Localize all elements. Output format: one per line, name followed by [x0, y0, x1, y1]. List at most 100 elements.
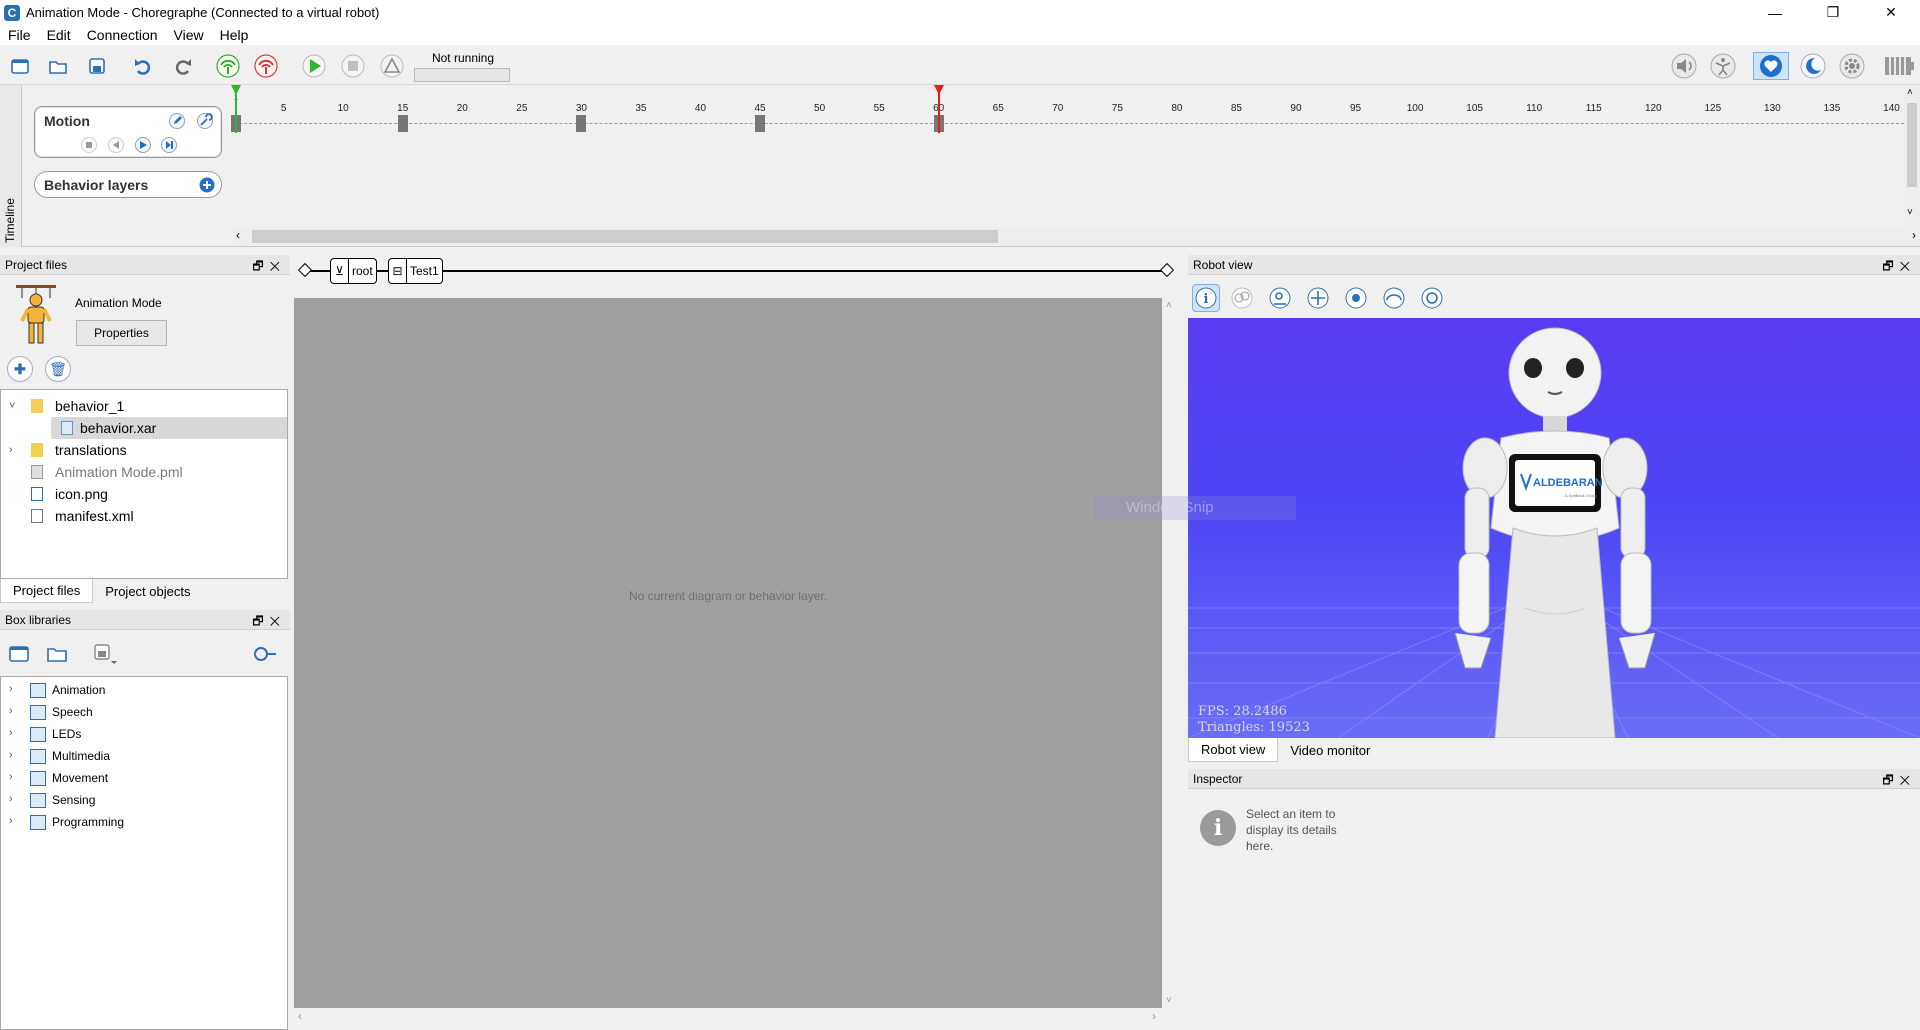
tree-item-icon-png[interactable]: icon.png	[1, 483, 287, 505]
breadcrumb-root[interactable]: ⊻ root	[330, 258, 377, 284]
scroll-right-icon[interactable]: ›	[1912, 228, 1916, 242]
chevron-right-icon[interactable]: ›	[9, 771, 13, 783]
tab-project-files[interactable]: Project files	[0, 579, 94, 603]
panel-controls[interactable]: 🗗✕	[252, 612, 286, 633]
open-button[interactable]	[45, 53, 71, 79]
scroll-down-icon[interactable]: ˅	[1907, 207, 1913, 218]
undo-button[interactable]	[131, 53, 157, 79]
robot-move-button[interactable]	[1304, 284, 1332, 312]
tab-robot-view[interactable]: Robot view	[1188, 738, 1279, 762]
edit-pencil-icon[interactable]	[169, 113, 185, 129]
keyframe-marker[interactable]	[576, 115, 587, 132]
new-file-button[interactable]	[7, 53, 33, 79]
scroll-up-icon[interactable]: ˄	[1907, 87, 1913, 98]
disconnect-button[interactable]	[253, 53, 279, 79]
robot-3d-view[interactable]: ALDEBARAN A SoftBank Group FPS: 28.2486 …	[1188, 318, 1920, 738]
timeline-side-tab[interactable]: Timeline	[0, 85, 22, 247]
library-item-multimedia[interactable]: › Multimedia	[1, 745, 287, 767]
robot-focus-button[interactable]	[1418, 284, 1446, 312]
redo-button[interactable]	[169, 53, 195, 79]
chevron-down-icon[interactable]: ˅	[9, 400, 15, 412]
settings-button[interactable]	[1839, 53, 1865, 79]
chevron-right-icon[interactable]: ›	[9, 749, 13, 761]
autonomous-life-button[interactable]	[1753, 52, 1789, 80]
timeline-start-marker[interactable]	[231, 85, 241, 133]
robot-camera-button[interactable]	[1266, 284, 1294, 312]
tree-item-behavior-folder[interactable]: ˅ behavior_1	[1, 395, 287, 417]
robot-rotate-button[interactable]	[1342, 284, 1370, 312]
delete-file-button[interactable]: 🗑	[45, 356, 71, 382]
motion-settings-icon[interactable]	[197, 113, 213, 129]
tree-item-translations[interactable]: › translations	[1, 439, 287, 461]
add-layer-icon[interactable]	[199, 177, 215, 193]
library-item-animation[interactable]: › Animation	[1, 679, 287, 701]
library-item-programming[interactable]: › Programming	[1, 811, 287, 833]
animation-mode-button[interactable]	[1710, 53, 1736, 79]
library-menu-button[interactable]	[92, 641, 118, 667]
minimize-button[interactable]: —	[1746, 0, 1804, 25]
connect-button[interactable]	[215, 53, 241, 79]
library-item-leds[interactable]: › LEDs	[1, 723, 287, 745]
library-item-movement[interactable]: › Movement	[1, 767, 287, 789]
timeline-horizontal-scrollbar[interactable]: ‹ ›	[234, 227, 1920, 245]
properties-button[interactable]: Properties	[76, 320, 167, 346]
chevron-right-icon[interactable]: ›	[9, 683, 13, 695]
library-item-speech[interactable]: › Speech	[1, 701, 287, 723]
flow-diagram-area[interactable]: No current diagram or behavior layer.	[294, 298, 1162, 1008]
open-library-button[interactable]	[44, 641, 70, 667]
keyframe-marker[interactable]	[755, 115, 766, 132]
tab-video-monitor[interactable]: Video monitor	[1278, 738, 1382, 762]
play-button[interactable]	[301, 53, 327, 79]
add-file-button[interactable]: ✚	[7, 356, 33, 382]
robot-info-button[interactable]: i	[1192, 284, 1220, 312]
tree-item-pml[interactable]: Animation Mode.pml	[1, 461, 287, 483]
stop-button[interactable]	[340, 53, 366, 79]
library-item-sensing[interactable]: › Sensing	[1, 789, 287, 811]
menu-edit[interactable]: Edit	[39, 27, 79, 43]
rest-button[interactable]	[1800, 53, 1826, 79]
timeline-end-marker[interactable]	[933, 85, 944, 133]
timeline-vertical-scrollbar[interactable]: ˄ ˅	[1904, 85, 1920, 225]
scroll-right-icon[interactable]: ›	[1152, 1009, 1156, 1023]
chevron-right-icon[interactable]: ›	[9, 444, 13, 456]
restore-button[interactable]: ❐	[1804, 0, 1862, 25]
panel-controls[interactable]: 🗗✕	[252, 257, 286, 278]
scroll-thumb[interactable]	[252, 230, 998, 243]
diagram-horizontal-scrollbar[interactable]: ‹ ›	[294, 1008, 1180, 1028]
chevron-right-icon[interactable]: ›	[9, 815, 13, 827]
scroll-thumb[interactable]	[1907, 103, 1917, 187]
behavior-layers-box[interactable]: Behavior layers	[34, 171, 222, 198]
motion-play-icon[interactable]	[135, 137, 151, 153]
new-library-button[interactable]	[6, 641, 32, 667]
chevron-right-icon[interactable]: ›	[9, 793, 13, 805]
close-button[interactable]: ✕	[1862, 0, 1920, 25]
diagram-vertical-scrollbar[interactable]: ˄ ˅	[1162, 298, 1180, 1008]
debug-button[interactable]	[379, 53, 405, 79]
scroll-left-icon[interactable]: ‹	[298, 1009, 302, 1023]
motion-rewind-icon[interactable]	[108, 137, 124, 153]
menu-help[interactable]: Help	[212, 27, 257, 43]
scroll-left-icon[interactable]: ‹	[236, 228, 240, 242]
tree-item-behavior-xar[interactable]: behavior.xar	[51, 417, 287, 439]
scroll-down-icon[interactable]: ˅	[1166, 995, 1172, 1006]
motion-box[interactable]: Motion	[34, 106, 222, 158]
motion-step-forward-icon[interactable]	[161, 137, 177, 153]
menu-connection[interactable]: Connection	[79, 27, 166, 43]
timeline-ruler[interactable]: 1510152025303540455055606570758085909510…	[231, 85, 1904, 225]
breadcrumb-test1[interactable]: ⊟ Test1	[388, 258, 443, 284]
panel-controls[interactable]: 🗗✕	[1882, 771, 1916, 792]
save-button[interactable]	[84, 53, 110, 79]
volume-button[interactable]	[1671, 53, 1697, 79]
menu-view[interactable]: View	[166, 27, 212, 43]
scroll-up-icon[interactable]: ˄	[1166, 300, 1172, 311]
chevron-right-icon[interactable]: ›	[9, 705, 13, 717]
chevron-right-icon[interactable]: ›	[9, 727, 13, 739]
robot-joints-button[interactable]	[1228, 284, 1256, 312]
menu-file[interactable]: File	[0, 27, 39, 43]
motion-stop-icon[interactable]	[81, 137, 97, 153]
tab-project-objects[interactable]: Project objects	[93, 579, 202, 603]
tree-item-manifest[interactable]: manifest.xml	[1, 505, 287, 527]
robot-fly-button[interactable]	[1380, 284, 1408, 312]
keyframe-marker[interactable]	[397, 115, 408, 132]
search-library-button[interactable]	[252, 641, 278, 667]
